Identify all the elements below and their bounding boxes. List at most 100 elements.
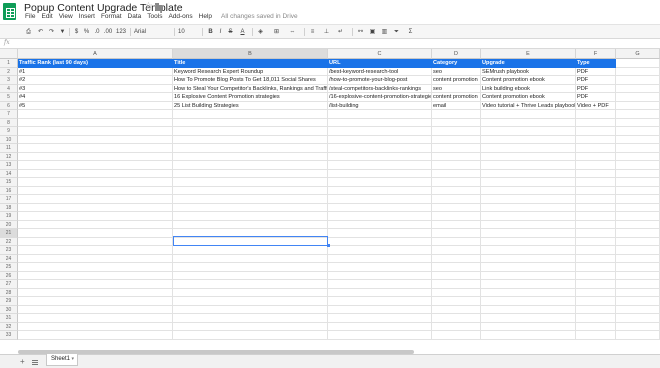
table-cell[interactable] xyxy=(576,263,616,272)
column-header-f[interactable]: F xyxy=(576,49,616,59)
table-cell-f3[interactable]: PDF xyxy=(576,76,616,85)
print-icon[interactable]: ⎙ xyxy=(24,27,33,37)
table-cell[interactable] xyxy=(432,169,481,178)
table-cell[interactable] xyxy=(18,212,173,221)
table-cell-b4[interactable]: How to Steal Your Competitor's Backlinks… xyxy=(173,84,328,93)
table-cell[interactable] xyxy=(18,229,173,238)
table-cell[interactable] xyxy=(18,246,173,255)
sheets-logo-icon[interactable] xyxy=(3,3,16,20)
table-cell[interactable] xyxy=(18,280,173,289)
table-cell[interactable] xyxy=(173,161,328,170)
table-cell[interactable] xyxy=(18,110,173,119)
table-cell[interactable] xyxy=(616,169,660,178)
table-cell[interactable] xyxy=(328,229,432,238)
table-cell[interactable] xyxy=(576,305,616,314)
table-cell[interactable] xyxy=(616,254,660,263)
table-cell-b5[interactable]: 16 Explosive Content Promotion strategie… xyxy=(173,93,328,102)
table-cell[interactable] xyxy=(481,178,576,187)
table-cell[interactable] xyxy=(616,297,660,306)
row-header-28[interactable]: 28 xyxy=(0,288,18,297)
table-cell[interactable] xyxy=(18,263,173,272)
table-cell[interactable] xyxy=(432,135,481,144)
table-cell[interactable] xyxy=(616,152,660,161)
table-cell[interactable] xyxy=(328,280,432,289)
table-cell[interactable] xyxy=(18,237,173,246)
table-cell[interactable] xyxy=(432,161,481,170)
table-cell-c3[interactable]: /how-to-promote-your-blog-post xyxy=(328,76,432,85)
column-header-e[interactable]: E xyxy=(481,49,576,59)
table-cell-a6[interactable]: #5 xyxy=(18,101,173,110)
table-cell[interactable] xyxy=(616,331,660,340)
table-cell[interactable] xyxy=(616,110,660,119)
table-cell[interactable] xyxy=(328,144,432,153)
table-cell[interactable] xyxy=(576,220,616,229)
table-cell[interactable] xyxy=(173,110,328,119)
merge-cells-icon[interactable]: ⇔ xyxy=(288,27,297,37)
table-cell[interactable] xyxy=(18,195,173,204)
table-cell[interactable] xyxy=(432,220,481,229)
table-cell[interactable] xyxy=(18,144,173,153)
table-cell[interactable] xyxy=(173,195,328,204)
text-color-button[interactable]: A xyxy=(238,27,247,37)
column-header-g[interactable]: G xyxy=(616,49,660,59)
table-cell[interactable] xyxy=(173,280,328,289)
table-cell[interactable] xyxy=(576,314,616,323)
row-header-26[interactable]: 26 xyxy=(0,271,18,280)
row-header-2[interactable]: 2 xyxy=(0,67,18,76)
table-cell-a3[interactable]: #2 xyxy=(18,76,173,85)
table-cell[interactable] xyxy=(328,263,432,272)
row-header-24[interactable]: 24 xyxy=(0,254,18,263)
menu-help[interactable]: Help xyxy=(196,13,215,23)
more-formats-button[interactable]: 123 xyxy=(114,27,128,37)
table-cell-e2[interactable]: SEMrush playbook xyxy=(481,67,576,76)
table-cell[interactable] xyxy=(481,237,576,246)
row-header-11[interactable]: 11 xyxy=(0,144,18,153)
table-cell[interactable] xyxy=(481,195,576,204)
table-cell-e3[interactable]: Content promotion ebook xyxy=(481,76,576,85)
table-cell[interactable] xyxy=(616,178,660,187)
menu-view[interactable]: View xyxy=(56,13,76,23)
table-cell[interactable] xyxy=(173,288,328,297)
table-cell[interactable] xyxy=(328,118,432,127)
menu-file[interactable]: File xyxy=(22,13,38,23)
menu-edit[interactable]: Edit xyxy=(38,13,55,23)
table-cell[interactable] xyxy=(328,212,432,221)
table-cell[interactable] xyxy=(576,186,616,195)
header-cell-f[interactable]: Type xyxy=(576,59,616,68)
table-cell[interactable] xyxy=(616,195,660,204)
table-cell[interactable] xyxy=(576,169,616,178)
table-cell[interactable] xyxy=(481,161,576,170)
table-cell[interactable] xyxy=(481,203,576,212)
table-cell[interactable] xyxy=(18,331,173,340)
row-header-25[interactable]: 25 xyxy=(0,263,18,272)
table-cell[interactable] xyxy=(576,280,616,289)
table-cell-e4[interactable]: Link building ebook xyxy=(481,84,576,93)
table-cell[interactable] xyxy=(18,161,173,170)
table-cell[interactable] xyxy=(328,314,432,323)
table-cell[interactable] xyxy=(481,254,576,263)
row-header-13[interactable]: 13 xyxy=(0,161,18,170)
table-cell[interactable] xyxy=(576,297,616,306)
row-header-17[interactable]: 17 xyxy=(0,195,18,204)
table-cell[interactable] xyxy=(328,220,432,229)
table-cell[interactable] xyxy=(616,271,660,280)
table-cell[interactable] xyxy=(576,271,616,280)
table-cell[interactable] xyxy=(481,322,576,331)
bold-button[interactable]: B xyxy=(206,27,215,37)
row-header-6[interactable]: 6 xyxy=(0,101,18,110)
select-all-corner[interactable] xyxy=(0,49,18,59)
row-header-33[interactable]: 33 xyxy=(0,331,18,340)
table-cell[interactable] xyxy=(173,220,328,229)
insert-chart-icon[interactable]: ▥ xyxy=(380,27,389,37)
table-cell-b6[interactable]: 25 List Building Strategies xyxy=(173,101,328,110)
table-cell[interactable] xyxy=(328,110,432,119)
table-cell[interactable] xyxy=(481,135,576,144)
table-cell[interactable] xyxy=(18,127,173,136)
table-cell-f5[interactable]: PDF xyxy=(576,93,616,102)
percent-format-button[interactable]: % xyxy=(82,27,91,37)
table-cell-d2[interactable]: seo xyxy=(432,67,481,76)
table-cell-c4[interactable]: /steal-competitors-backlinks-rankings xyxy=(328,84,432,93)
filter-icon[interactable]: ⏷ xyxy=(392,27,401,37)
table-cell-d6[interactable]: email xyxy=(432,101,481,110)
table-cell[interactable] xyxy=(616,101,660,110)
